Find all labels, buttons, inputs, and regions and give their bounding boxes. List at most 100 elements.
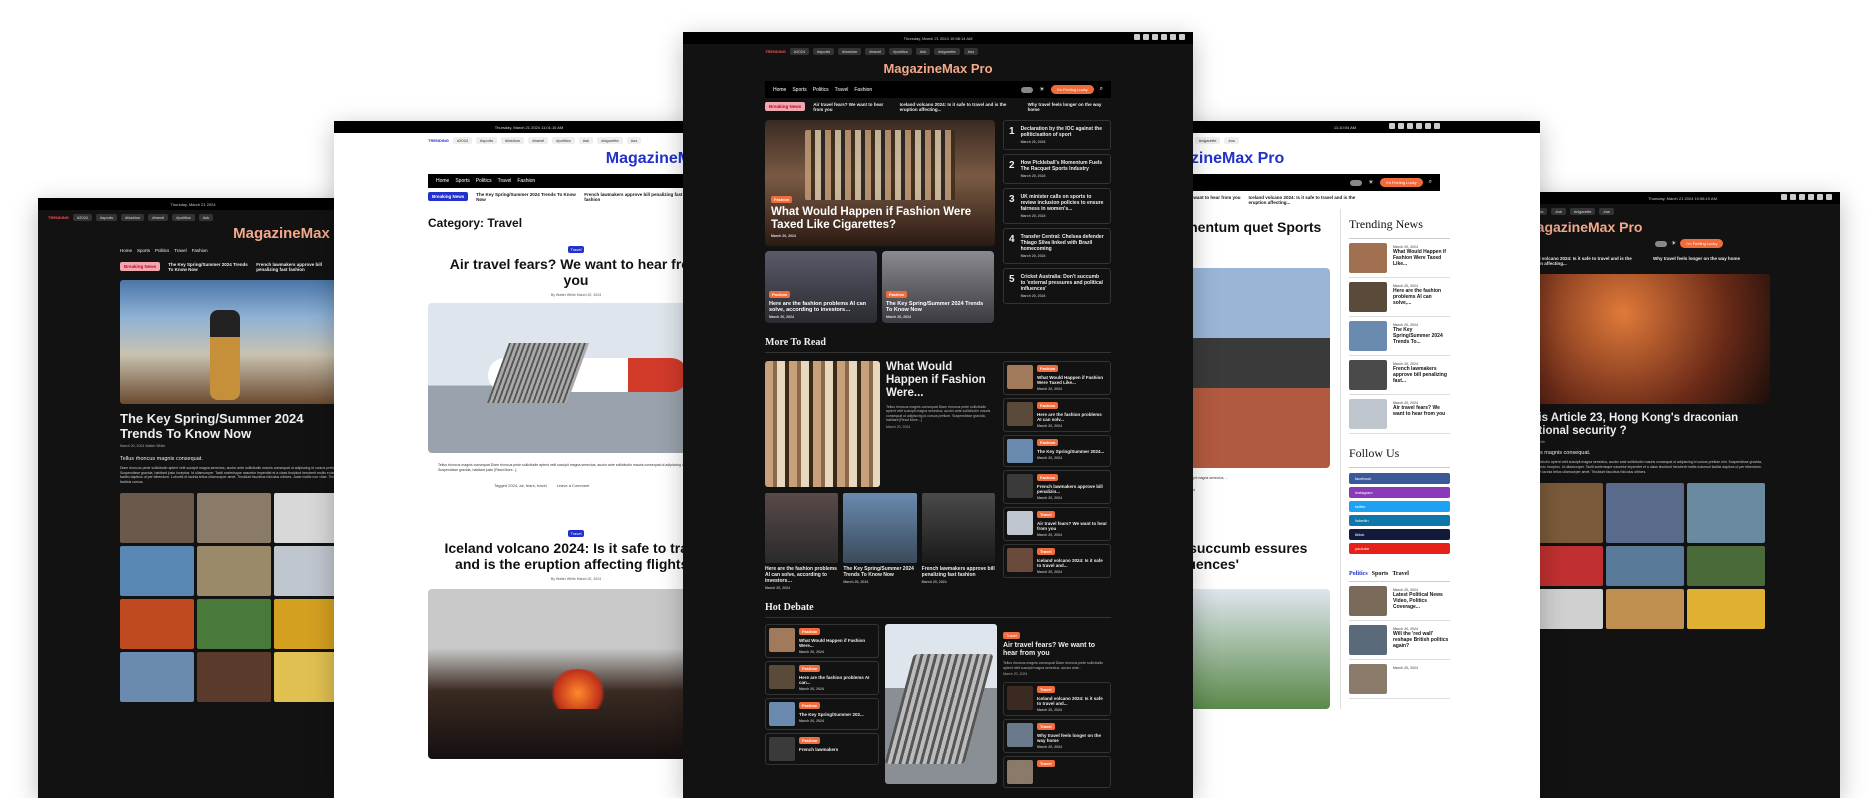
ticker-item[interactable]: Iceland volcano 2024: Is it safe to trav… [1248, 195, 1358, 205]
trending-item[interactable]: March 20, 2024 Here are the fashion probl… [1349, 278, 1450, 317]
nav-home[interactable]: Home [436, 178, 449, 184]
trending-chip[interactable]: #fashion [121, 214, 145, 221]
article-tags[interactable]: Tagged 2024, air, fears, travel [494, 483, 547, 488]
tab-travel[interactable]: Travel [1392, 571, 1409, 577]
facebook-icon[interactable] [1389, 123, 1395, 129]
nav-fashion[interactable]: Fashion [192, 248, 208, 253]
mtr-side-item[interactable]: Fashion The Key Spring/Summer 2024... Marc… [1003, 435, 1111, 467]
linkedin-icon[interactable] [1161, 34, 1167, 40]
ranked-item[interactable]: 5 Cricket Australia: Don't succumb to 'ex… [1003, 268, 1111, 304]
trending-chip[interactable]: #us [1599, 208, 1614, 215]
trending-chip[interactable]: #uk [578, 137, 594, 144]
mtr-side-item[interactable]: Travel Iceland volcano 2024: Is it safe t… [1003, 544, 1111, 578]
linkedin-icon[interactable] [1416, 123, 1422, 129]
tiktok-icon[interactable] [1817, 194, 1823, 200]
nav-fashion[interactable]: Fashion [854, 87, 872, 93]
twitter-button[interactable]: twitter [1349, 501, 1450, 512]
ticker-item[interactable]: Why travel feels longer on the way home [1653, 256, 1740, 261]
dark-mode-toggle[interactable] [1021, 86, 1034, 93]
nav-politics[interactable]: Politics [476, 178, 492, 184]
trending-chip[interactable]: #politics [552, 137, 575, 144]
trending-chip[interactable]: #cigarette [1194, 137, 1221, 144]
trending-chip[interactable]: #fashion [838, 48, 862, 55]
dark-mode-toggle[interactable] [1655, 240, 1667, 247]
nav-sports[interactable]: Sports [455, 178, 469, 184]
instagram-icon[interactable] [1790, 194, 1796, 200]
site-logo[interactable]: MagazineMax Pro [765, 59, 1111, 81]
facebook-button[interactable]: facebook [1349, 473, 1450, 484]
trending-chip[interactable]: #2024 [789, 48, 810, 55]
mtr-side-item[interactable]: Fashion French lawmakers approve bill pen… [1003, 470, 1111, 504]
tab-item[interactable]: March 20, 2024 Will the 'red wall' reshap… [1349, 621, 1450, 660]
ranked-item[interactable]: 4 Transfer Central: Chelsea defender Thia… [1003, 228, 1111, 264]
nav-travel[interactable]: Travel [174, 248, 186, 253]
mtr-grid-item[interactable]: The Key Spring/Summer 2024 Trends To Kno… [843, 493, 917, 590]
hd-main-card[interactable] [884, 624, 997, 791]
category-badge[interactable]: Travel [567, 246, 585, 253]
ticker-item[interactable]: Iceland volcano 2024: Is it safe to trav… [1525, 256, 1645, 266]
ticker-item[interactable]: French lawmakers approve bill penalizing… [584, 192, 684, 202]
trending-chip[interactable]: #sports [96, 214, 118, 221]
x-icon[interactable] [1152, 34, 1158, 40]
nav-home[interactable]: Home [773, 87, 786, 93]
youtube-icon[interactable] [1179, 34, 1185, 40]
ticker-item[interactable]: Why travel feels longer on the way home [1028, 102, 1103, 112]
article-image[interactable] [428, 303, 724, 454]
tab-item[interactable]: March 20, 2024 Latest Political News Vide… [1349, 582, 1450, 621]
tiktok-icon[interactable] [1425, 123, 1431, 129]
ticker-item[interactable]: The Key Spring/Summer 2024 Trends To Kno… [476, 192, 576, 202]
article-image[interactable] [428, 588, 724, 759]
sun-icon[interactable]: ☀ [1039, 86, 1044, 93]
mtr-side-item[interactable]: Fashion Here are the fashion problems AI … [1003, 398, 1111, 432]
x-icon[interactable] [1799, 194, 1805, 200]
nav-sports[interactable]: Sports [792, 87, 806, 93]
trending-chip[interactable]: #uk [198, 214, 214, 221]
facebook-icon[interactable] [1781, 194, 1787, 200]
linkedin-icon[interactable] [1808, 194, 1814, 200]
trending-chip[interactable]: #us [1224, 137, 1239, 144]
hd-item[interactable]: Travel Iceland volcano 2024: Is it safe t… [1003, 682, 1111, 717]
trending-chip[interactable]: #politics [172, 214, 195, 221]
feeling-lucky-button[interactable]: I'm Feeling Lucky [1680, 239, 1724, 248]
trending-item[interactable]: March 20, 2024 French lawmakers approve b… [1349, 356, 1450, 395]
hero-small-card[interactable]: Fashion The Key Spring/Summer 2024 Trend… [882, 251, 994, 323]
hero-small-card[interactable]: Fashion Here are the fashion problems AI… [765, 251, 877, 323]
trending-chip[interactable]: #fashion [501, 137, 525, 144]
youtube-icon[interactable] [1434, 123, 1440, 129]
tiktok-icon[interactable] [1170, 34, 1176, 40]
hd-item[interactable]: Fashion Here are the fashion problems AI … [765, 661, 879, 695]
site-logo[interactable]: MagazineMax Pro [1525, 219, 1642, 239]
trending-item[interactable]: March 20, 2024 The Key Spring/Summer 2024… [1349, 317, 1450, 356]
trending-chip[interactable]: #travel [865, 48, 886, 55]
hd-item[interactable]: Travel [1003, 756, 1111, 789]
mtr-grid-item[interactable]: Here are the fashion problems AI can sol… [765, 493, 839, 590]
trending-chip[interactable]: #cigarette [934, 48, 960, 55]
feeling-lucky-button[interactable]: I'm Feeling Lucky [1050, 85, 1094, 94]
ticker-item[interactable]: The Key Spring/Summer 2024 Trends To Kno… [168, 262, 248, 272]
site-logo[interactable]: MagazineMax P [38, 225, 348, 248]
tab-politics[interactable]: Politics [1349, 571, 1368, 577]
trending-chip[interactable]: #sports [813, 48, 835, 55]
hd-item[interactable]: Fashion French lawmakers [765, 733, 879, 765]
mtr-side-item[interactable]: Travel Air travel fears? We want to hear … [1003, 507, 1111, 541]
trending-item[interactable]: March 20, 2024 What Would Happen if Fashi… [1349, 239, 1450, 278]
trending-chip[interactable]: #us [626, 137, 642, 144]
ticker-item[interactable]: Iceland volcano 2024: Is it safe to trav… [900, 102, 1020, 112]
ticker-item[interactable]: Air travel fears? We want to hear from y… [813, 102, 891, 112]
linkedin-button[interactable]: linkedin [1349, 515, 1450, 526]
nav-fashion[interactable]: Fashion [517, 178, 535, 184]
search-icon[interactable]: ⌕ [1429, 179, 1432, 186]
trending-chip[interactable]: #travel [148, 214, 169, 221]
hero-card[interactable]: Fashion What Would Happen if Fashion Wer… [765, 120, 995, 246]
nav-sports[interactable]: Sports [137, 248, 150, 253]
ranked-item[interactable]: 2 How Pickleball's Momentum Fuels The Rac… [1003, 154, 1111, 184]
mtr-side-item[interactable]: Fashion What Would Happen if Fashion Were… [1003, 361, 1111, 395]
sun-icon[interactable]: ☀ [1368, 179, 1373, 186]
mtr-main-image[interactable] [765, 361, 880, 487]
hd-main-title[interactable]: Air travel fears? We want to hear from y… [1003, 642, 1111, 658]
hd-item[interactable]: Fashion What Would Happen if Fashion Were… [765, 624, 879, 658]
trending-chip[interactable]: #sports [476, 137, 498, 144]
hd-item[interactable]: Fashion The Key Spring/Summer 202... March… [765, 698, 879, 730]
trending-chip[interactable]: #politics [889, 48, 912, 55]
article-title[interactable]: Air travel fears? We want to hear from y… [428, 256, 724, 288]
